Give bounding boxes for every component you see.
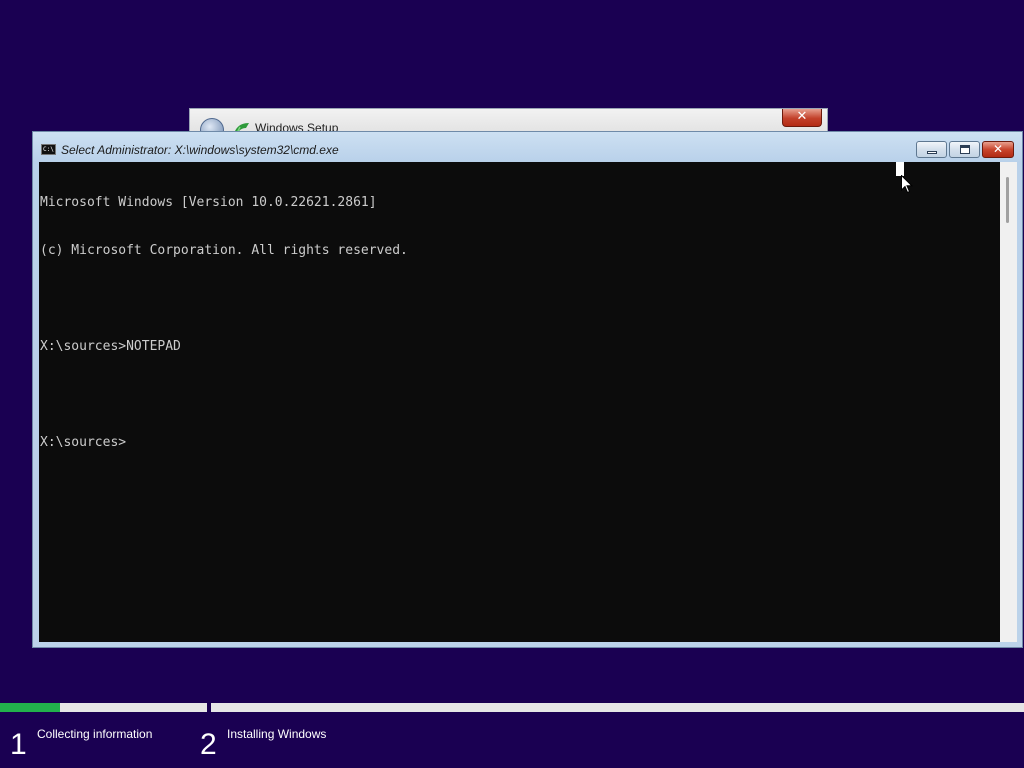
close-icon: ✕ [992,142,1004,156]
step-label: Installing Windows [227,727,327,741]
console-line: (c) Microsoft Corporation. All rights re… [40,243,408,258]
scrollbar-thumb[interactable] [1006,177,1009,223]
maximize-icon [960,145,970,154]
step-label: Collecting information [37,727,153,741]
console-prompt-line: X:\sources> [40,435,127,450]
console-output[interactable]: Microsoft Windows [Version 10.0.22621.28… [39,162,1000,642]
step-number: 2 [200,728,217,761]
cmd-window-title: Select Administrator: X:\windows\system3… [61,143,339,157]
desktop: Windows Setup ✕ C:\ Select Administrator… [0,0,1024,768]
minimize-button[interactable] [916,141,947,158]
console-text: Microsoft Windows [Version 10.0.22621.28… [40,163,408,483]
minimize-icon [927,151,937,154]
window-controls: ✕ [916,141,1014,158]
close-button[interactable]: ✕ [982,141,1014,158]
maximize-button[interactable] [949,141,980,158]
setup-close-button[interactable]: ✕ [782,109,822,127]
command-prompt-icon[interactable]: C:\ [41,144,56,155]
mouse-pointer-icon [901,175,913,194]
vertical-scrollbar[interactable] [1000,162,1017,642]
step-number: 1 [10,728,27,761]
cmd-titlebar[interactable]: C:\ Select Administrator: X:\windows\sys… [33,132,1022,162]
console-line: Microsoft Windows [Version 10.0.22621.28… [40,195,377,210]
console-line: X:\sources>NOTEPAD [40,339,181,354]
progress-segment-installing [211,703,1024,712]
progress-fill [0,703,61,712]
progress-segment-collecting [0,703,207,712]
setup-progress-bar [0,703,1024,712]
cmd-window: C:\ Select Administrator: X:\windows\sys… [32,131,1023,648]
text-cursor [896,162,904,176]
